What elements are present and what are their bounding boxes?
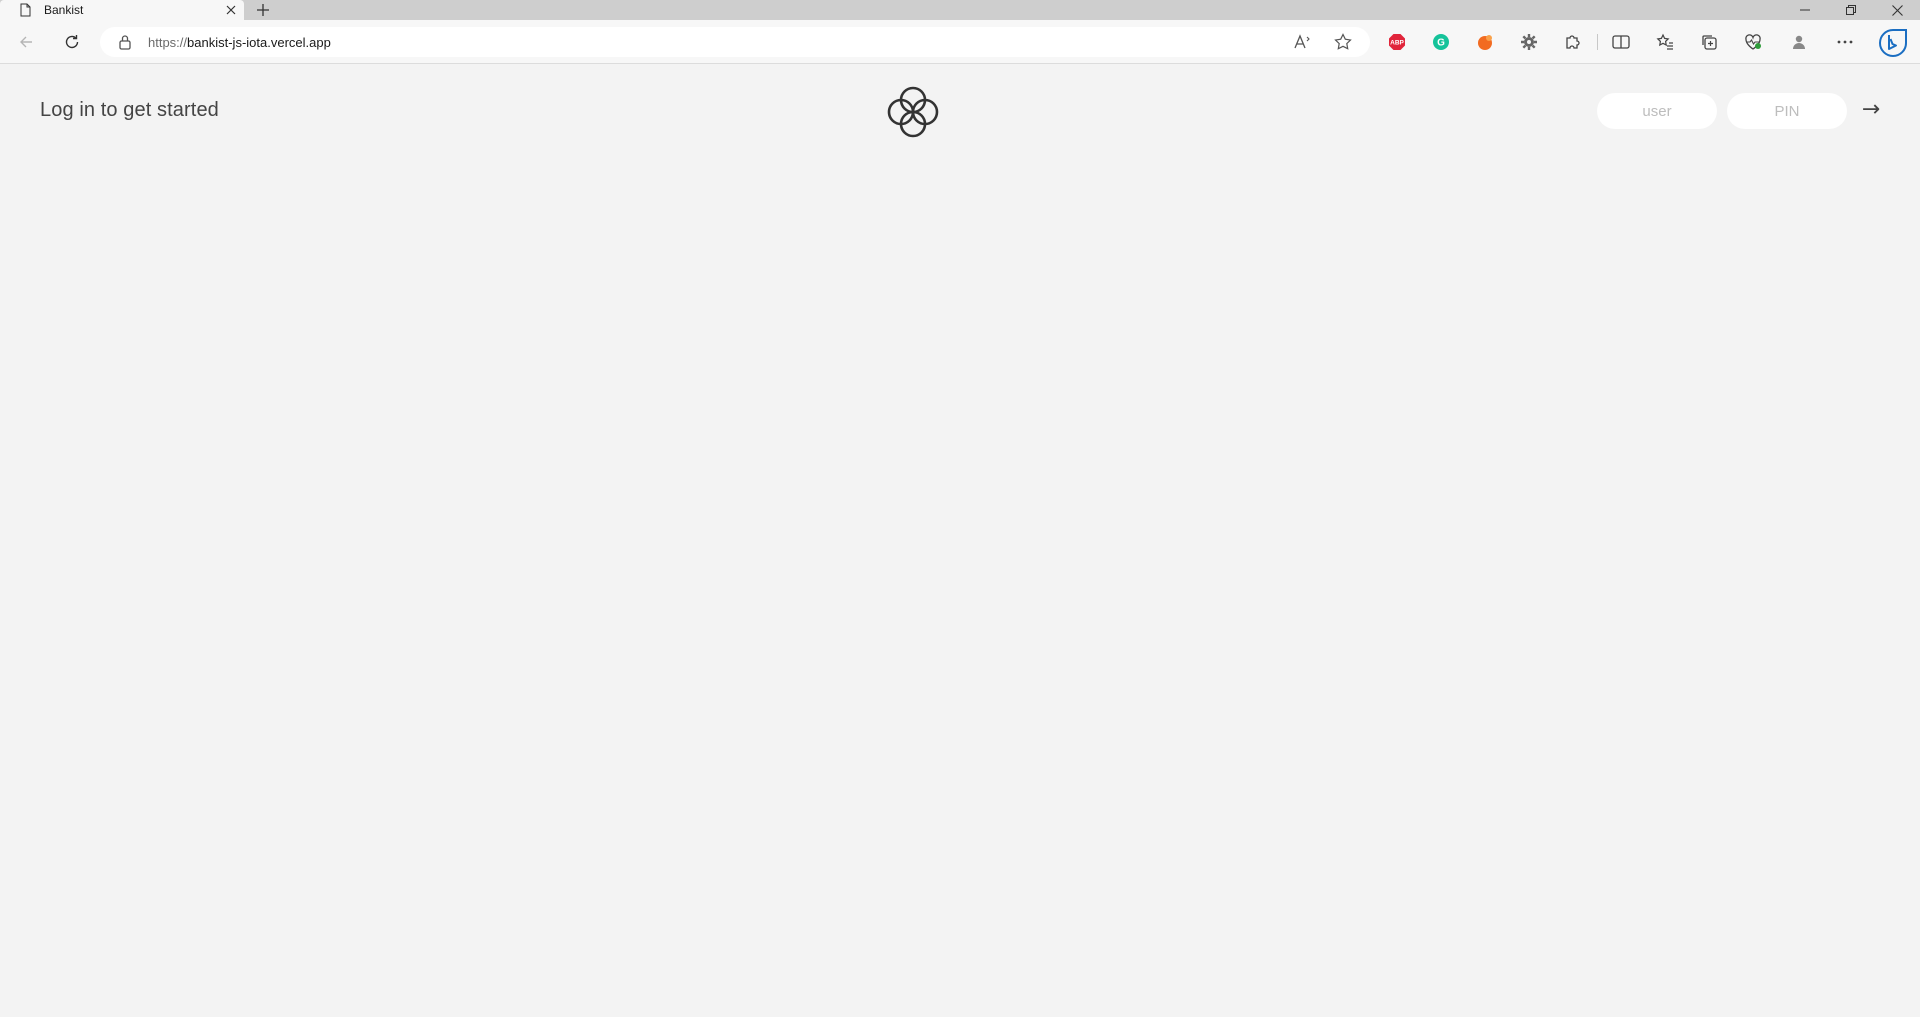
svg-text:G: G (1437, 38, 1445, 49)
login-arrow-button[interactable]: → (1856, 95, 1886, 125)
read-aloud-icon[interactable] (1292, 31, 1314, 53)
bing-copilot-icon[interactable] (1878, 28, 1908, 58)
url-scheme: https:// (148, 35, 188, 50)
bankist-logo-icon (887, 86, 939, 138)
bankist-page: Log in to get started → (0, 65, 1920, 1017)
url-text[interactable]: https://bankist-js-iota.vercel.app (148, 35, 331, 50)
login-pin-input[interactable] (1727, 93, 1847, 129)
browser-tab[interactable]: Bankist (0, 0, 244, 20)
profile-avatar-icon[interactable] (1788, 31, 1810, 53)
favorites-icon[interactable] (1654, 31, 1676, 53)
address-bar[interactable]: https://bankist-js-iota.vercel.app (100, 27, 1370, 57)
login-user-input[interactable] (1597, 93, 1717, 129)
back-icon[interactable] (12, 28, 40, 56)
browser-toolbar: https://bankist-js-iota.vercel.app ABP G (0, 20, 1920, 64)
svg-text:ABP: ABP (1390, 40, 1404, 47)
welcome-message: Log in to get started (40, 99, 219, 121)
close-window-icon[interactable] (1874, 0, 1920, 20)
toolbar-divider (1597, 34, 1598, 50)
tab-strip: Bankist (0, 0, 1920, 20)
restore-icon[interactable] (1828, 0, 1874, 20)
extension-orange-icon[interactable] (1474, 31, 1496, 53)
tab-title: Bankist (44, 3, 84, 17)
refresh-icon[interactable] (58, 28, 86, 56)
split-screen-icon[interactable] (1610, 31, 1632, 53)
extensions-puzzle-icon[interactable] (1562, 31, 1584, 53)
settings-gear-icon[interactable] (1518, 31, 1540, 53)
url-host: bankist-js-iota.vercel.app (187, 35, 331, 50)
favorite-star-icon[interactable] (1332, 31, 1354, 53)
page-icon (20, 3, 31, 17)
tab-close-icon[interactable] (224, 3, 238, 17)
lock-icon[interactable] (118, 34, 132, 50)
more-options-icon[interactable] (1834, 31, 1856, 53)
new-tab-icon[interactable] (254, 1, 272, 19)
adblock-plus-icon[interactable]: ABP (1386, 31, 1408, 53)
grammarly-icon[interactable]: G (1430, 31, 1452, 53)
minimize-icon[interactable] (1782, 0, 1828, 20)
collections-icon[interactable] (1698, 31, 1720, 53)
browser-essentials-icon[interactable] (1742, 31, 1764, 53)
